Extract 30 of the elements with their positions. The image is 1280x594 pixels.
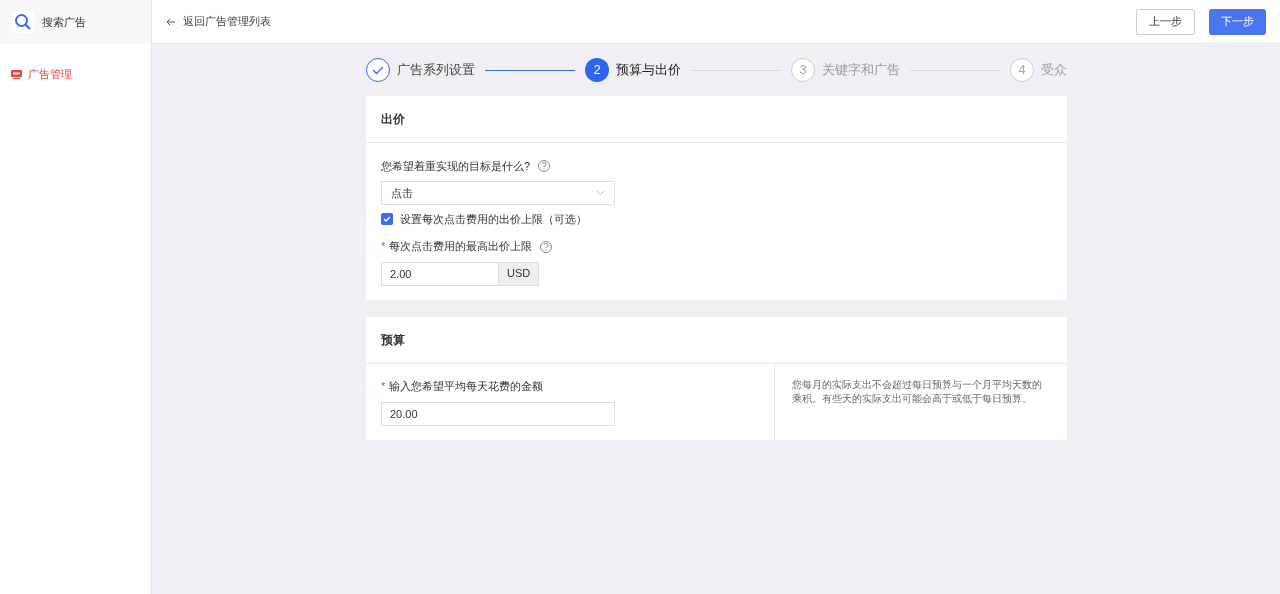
step-label: 受众 (1041, 61, 1067, 80)
back-link[interactable]: 返回广告管理列表 (166, 13, 271, 30)
step-label: 关键字和广告 (822, 61, 900, 80)
previous-button[interactable]: 上一步 (1136, 8, 1195, 35)
required-mark: * (381, 239, 386, 255)
section-title: 预算 (381, 331, 405, 349)
step-number: 2 (585, 58, 609, 82)
goal-dropdown[interactable]: 点击 (381, 181, 615, 205)
budget-note: 您每月的实际支出不会超过每日预算与一个月平均天数的乘积。有些天的实际支出可能会高于或低于每日预算。 (791, 377, 1043, 406)
section-title: 出价 (381, 111, 405, 128)
daily-budget-input[interactable]: 20.00 (381, 401, 615, 426)
chevron-down-icon (596, 190, 605, 196)
back-arrow-icon (166, 17, 176, 26)
step-label: 预算与出价 (616, 61, 681, 80)
step-number: 4 (1010, 58, 1034, 82)
next-button[interactable]: 下一步 (1209, 8, 1266, 35)
checkbox-label: 设置每次点击费用的出价上限（可选） (400, 212, 587, 227)
field-label: 您希望着重实现的目标是什么? (381, 158, 531, 174)
step-label: 广告系列设置 (397, 61, 475, 80)
checkbox[interactable] (381, 213, 393, 226)
required-mark: * (381, 379, 386, 395)
currency-addon: USD (499, 261, 540, 286)
sidebar-item[interactable]: 广告管理 (0, 64, 151, 84)
field-label: 输入您希望平均每天花费的金额 (389, 379, 544, 395)
search-icon (12, 11, 34, 33)
field-label: 每次点击费用的最高出价上限 (389, 239, 533, 255)
step-number: 3 (791, 58, 815, 82)
app-title: 搜索广告 (42, 14, 86, 30)
max-bid-input[interactable]: 2.00 (381, 261, 499, 286)
ad-icon (11, 69, 22, 79)
